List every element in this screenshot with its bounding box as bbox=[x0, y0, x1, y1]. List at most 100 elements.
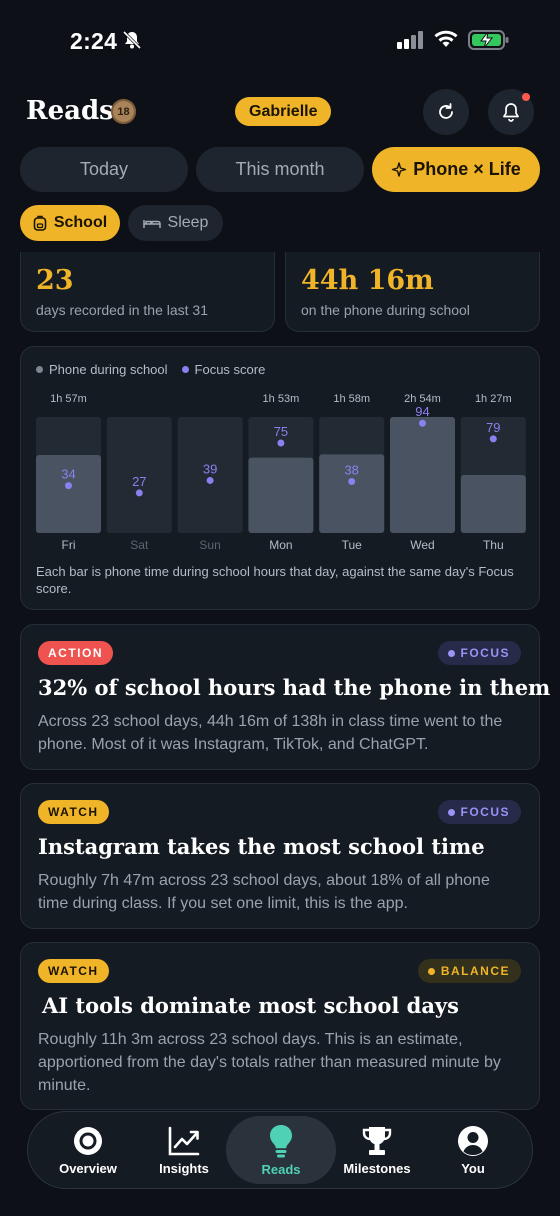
refresh-icon bbox=[439, 103, 453, 119]
focus-point bbox=[206, 476, 214, 484]
bar-value-label: 1h 53m bbox=[263, 393, 300, 405]
trophy-icon bbox=[362, 1126, 392, 1155]
focus-point bbox=[277, 439, 285, 447]
focus-point bbox=[419, 419, 426, 427]
x-tick-label: Wed bbox=[410, 538, 434, 552]
x-tick-label: Mon bbox=[269, 538, 292, 552]
bottom-nav: Overview Insights Reads Milestones You bbox=[27, 1111, 533, 1189]
signal-icon bbox=[397, 31, 423, 49]
tab-phone-life[interactable]: Phone × Life bbox=[372, 147, 540, 192]
chip-sleep[interactable]: Sleep bbox=[128, 205, 223, 241]
stat-card-days: 23 days recorded in the last 31 bbox=[20, 252, 275, 332]
chip-label: Sleep bbox=[167, 214, 209, 231]
category-dot bbox=[447, 808, 455, 816]
bar-phone-time bbox=[248, 457, 314, 533]
insight-card[interactable]: WATCH FOCUS Instagram takes the most sch… bbox=[20, 783, 540, 929]
backpack-icon bbox=[33, 215, 47, 231]
nav-label: Insights bbox=[159, 1160, 209, 1176]
nav-reads[interactable]: Reads bbox=[226, 1116, 336, 1184]
lightbulb-icon bbox=[270, 1124, 292, 1157]
nav-overview[interactable]: Overview bbox=[38, 1112, 138, 1188]
notification-dot bbox=[522, 93, 530, 101]
nav-label: Reads bbox=[261, 1161, 301, 1177]
category-dot bbox=[447, 649, 455, 657]
x-tick-label: Sun bbox=[199, 538, 220, 552]
status-bar: 2:24 bbox=[0, 0, 560, 84]
insight-body: Roughly 11h 3m across 23 school days. Th… bbox=[38, 1031, 501, 1094]
bed-icon bbox=[142, 220, 161, 228]
tab-label: Today bbox=[79, 159, 129, 179]
focus-value-label: 38 bbox=[344, 462, 358, 477]
legend-focus-label: Focus score bbox=[194, 362, 266, 377]
category-dot bbox=[427, 967, 435, 975]
focus-value-label: 27 bbox=[132, 474, 146, 489]
stat-label: on the phone during school bbox=[301, 302, 470, 318]
user-icon bbox=[458, 1125, 488, 1156]
focus-point bbox=[135, 489, 143, 497]
insight-tag: WATCH bbox=[38, 800, 109, 824]
chip-label: School bbox=[53, 214, 108, 231]
category-label: FOCUS bbox=[460, 646, 510, 660]
insight-title: Instagram takes the most school time bbox=[38, 834, 485, 859]
chart-plot: 1h 57m 34 Fri 27 Sat 39 Sun 1h 53m 75 Mon 1h 58m 38… bbox=[36, 393, 526, 552]
chart-caption: Each bar is phone time during school hou… bbox=[36, 564, 514, 596]
bar-value-label: 1h 57m bbox=[50, 393, 87, 405]
insight-category: FOCUS bbox=[437, 800, 521, 824]
insight-title: 32% of school hours had the phone in the… bbox=[38, 675, 551, 700]
bar-phone-time bbox=[390, 417, 455, 533]
phone-focus-chart-card: Phone during school Focus score 1h 57m 34… bbox=[20, 346, 540, 610]
x-tick-label: Sat bbox=[130, 538, 149, 552]
page-header: Reads 18 Gabrielle bbox=[0, 89, 560, 135]
insight-title: AI tools dominate most school days bbox=[42, 993, 459, 1018]
sparkle-icon bbox=[392, 161, 407, 177]
refresh-button[interactable] bbox=[423, 89, 469, 135]
insight-tag: ACTION bbox=[38, 641, 113, 665]
legend-focus-swatch bbox=[181, 366, 189, 373]
tab-label: Phone × Life bbox=[413, 159, 521, 179]
chart-legend: Phone during school Focus score bbox=[36, 362, 265, 377]
nav-label: Milestones bbox=[343, 1160, 411, 1176]
insight-category: BALANCE bbox=[417, 959, 521, 983]
stat-card-phone-time: 44h 16m on the phone during school bbox=[285, 252, 540, 332]
focus-point bbox=[348, 477, 356, 485]
bar-phone-time bbox=[460, 475, 526, 533]
bar-value-label: 1h 58m bbox=[333, 393, 370, 405]
bar-value-label: 1h 27m bbox=[475, 393, 512, 405]
focus-value-label: 75 bbox=[274, 424, 288, 439]
battery-charging-icon bbox=[468, 30, 509, 50]
chip-school[interactable]: School bbox=[20, 205, 120, 241]
nav-milestones[interactable]: Milestones bbox=[327, 1112, 427, 1188]
category-label: BALANCE bbox=[440, 964, 510, 978]
notifications-button[interactable] bbox=[488, 89, 534, 135]
tab-this-month[interactable]: This month bbox=[196, 147, 364, 192]
wifi-icon bbox=[434, 30, 458, 47]
insight-body: Across 23 school days, 44h 16m of 138h i… bbox=[38, 713, 503, 753]
insight-body: Roughly 7h 47m across 23 school days, ab… bbox=[38, 872, 490, 912]
stat-value: 44h 16m bbox=[301, 265, 434, 296]
insight-category: FOCUS bbox=[437, 641, 521, 665]
bell-muted-icon bbox=[122, 30, 142, 50]
x-tick-label: Tue bbox=[342, 538, 363, 552]
nav-label: You bbox=[461, 1160, 485, 1176]
focus-value-label: 34 bbox=[61, 467, 75, 482]
focus-value-label: 39 bbox=[203, 461, 217, 476]
legend-phone-swatch bbox=[36, 366, 43, 373]
x-tick-label: Thu bbox=[483, 538, 504, 552]
category-label: FOCUS bbox=[460, 805, 510, 819]
insight-card[interactable]: WATCH BALANCE AI tools dominate most sch… bbox=[20, 942, 540, 1110]
focus-value-label: 79 bbox=[486, 420, 500, 435]
user-chip[interactable]: Gabrielle bbox=[235, 97, 332, 126]
stat-value: 23 bbox=[36, 265, 74, 296]
nav-insights[interactable]: Insights bbox=[134, 1112, 234, 1188]
nav-you[interactable]: You bbox=[423, 1112, 523, 1188]
bar-value-label: 2h 54m bbox=[404, 393, 441, 405]
tab-label: This month bbox=[235, 159, 325, 179]
x-tick-label: Fri bbox=[62, 538, 76, 552]
trend-icon bbox=[168, 1126, 200, 1155]
insight-card[interactable]: ACTION FOCUS 32% of school hours had the… bbox=[20, 624, 550, 770]
insight-tag: WATCH bbox=[38, 959, 109, 983]
reads-count-badge: 18 bbox=[111, 99, 136, 124]
page-title: Reads bbox=[26, 96, 114, 126]
tab-today[interactable]: Today bbox=[20, 147, 188, 192]
legend-phone: Phone during school bbox=[36, 362, 168, 377]
